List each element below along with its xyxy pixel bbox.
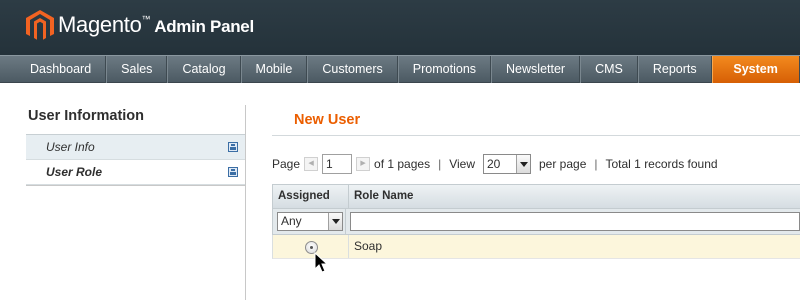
brand-name: Magento xyxy=(58,12,142,37)
next-page-icon[interactable]: ▶ xyxy=(356,157,371,171)
brand-subtitle: Admin Panel xyxy=(154,17,254,36)
nav-newsletter[interactable]: Newsletter xyxy=(491,56,581,83)
nav-mobile[interactable]: Mobile xyxy=(240,56,308,83)
brand-title: Magento™ Admin Panel xyxy=(58,12,254,38)
per-page-select[interactable]: 20 xyxy=(483,154,531,174)
assigned-cell xyxy=(273,235,349,258)
per-page-label: per page xyxy=(539,157,587,171)
filter-row: Any xyxy=(272,208,800,235)
role-name-cell: Soap xyxy=(354,239,383,253)
pager: Page ◀ ▶ of 1 pages | View 20 per page |… xyxy=(272,153,718,175)
assigned-filter-value: Any xyxy=(281,214,302,228)
roles-grid: Assigned Role Name Any Soap xyxy=(272,184,800,259)
save-icon xyxy=(228,142,238,152)
mouse-pointer-icon xyxy=(314,252,329,273)
tab-label: User Info xyxy=(46,140,95,154)
role-name-filter-input[interactable] xyxy=(350,212,800,231)
trademark: ™ xyxy=(141,14,151,24)
column-divider xyxy=(245,105,246,300)
sidebar-tabs: User Info User Role xyxy=(26,134,246,185)
nav-customers[interactable]: Customers xyxy=(307,56,398,83)
filter-cell-assigned: Any xyxy=(273,208,346,235)
assigned-filter-select[interactable]: Any xyxy=(277,212,343,231)
nav-cms[interactable]: CMS xyxy=(580,56,638,83)
header: Magento™ Admin Panel xyxy=(0,0,800,55)
tab-user-role[interactable]: User Role xyxy=(26,160,246,185)
chevron-down-icon xyxy=(516,155,530,173)
nav-dashboard[interactable]: Dashboard xyxy=(0,56,107,83)
main-nav: Dashboard Sales Catalog Mobile Customers… xyxy=(0,55,800,83)
view-label: View xyxy=(449,157,475,171)
separator: | xyxy=(438,157,442,171)
total-records: Total 1 records found xyxy=(605,157,718,171)
sidebar-divider xyxy=(26,185,246,186)
nav-promotions[interactable]: Promotions xyxy=(397,56,492,83)
separator: | xyxy=(594,157,598,171)
filter-cell-role xyxy=(346,209,800,235)
page-label: Page xyxy=(272,157,301,171)
content-header: New User xyxy=(272,108,800,136)
grid-header: Assigned Role Name xyxy=(272,184,800,209)
tab-label: User Role xyxy=(46,165,103,179)
tab-user-info[interactable]: User Info xyxy=(26,135,246,160)
of-pages-text: of 1 pages xyxy=(374,157,431,171)
column-header-role-name[interactable]: Role Name xyxy=(349,185,800,208)
save-icon xyxy=(228,167,238,177)
magento-logo-icon xyxy=(26,10,54,40)
page-title: New User xyxy=(294,112,361,128)
prev-page-icon[interactable]: ◀ xyxy=(304,157,319,171)
nav-sales[interactable]: Sales xyxy=(106,56,168,83)
nav-system[interactable]: System xyxy=(711,56,800,83)
table-row[interactable]: Soap xyxy=(272,235,800,259)
per-page-value: 20 xyxy=(487,157,501,171)
nav-catalog[interactable]: Catalog xyxy=(167,56,241,83)
column-header-assigned[interactable]: Assigned xyxy=(273,185,349,208)
nav-reports[interactable]: Reports xyxy=(637,56,712,83)
page-input[interactable] xyxy=(322,154,353,174)
chevron-down-icon xyxy=(328,213,342,230)
sidebar: User Information User Info User Role xyxy=(26,108,246,185)
sidebar-title: User Information xyxy=(28,108,145,124)
